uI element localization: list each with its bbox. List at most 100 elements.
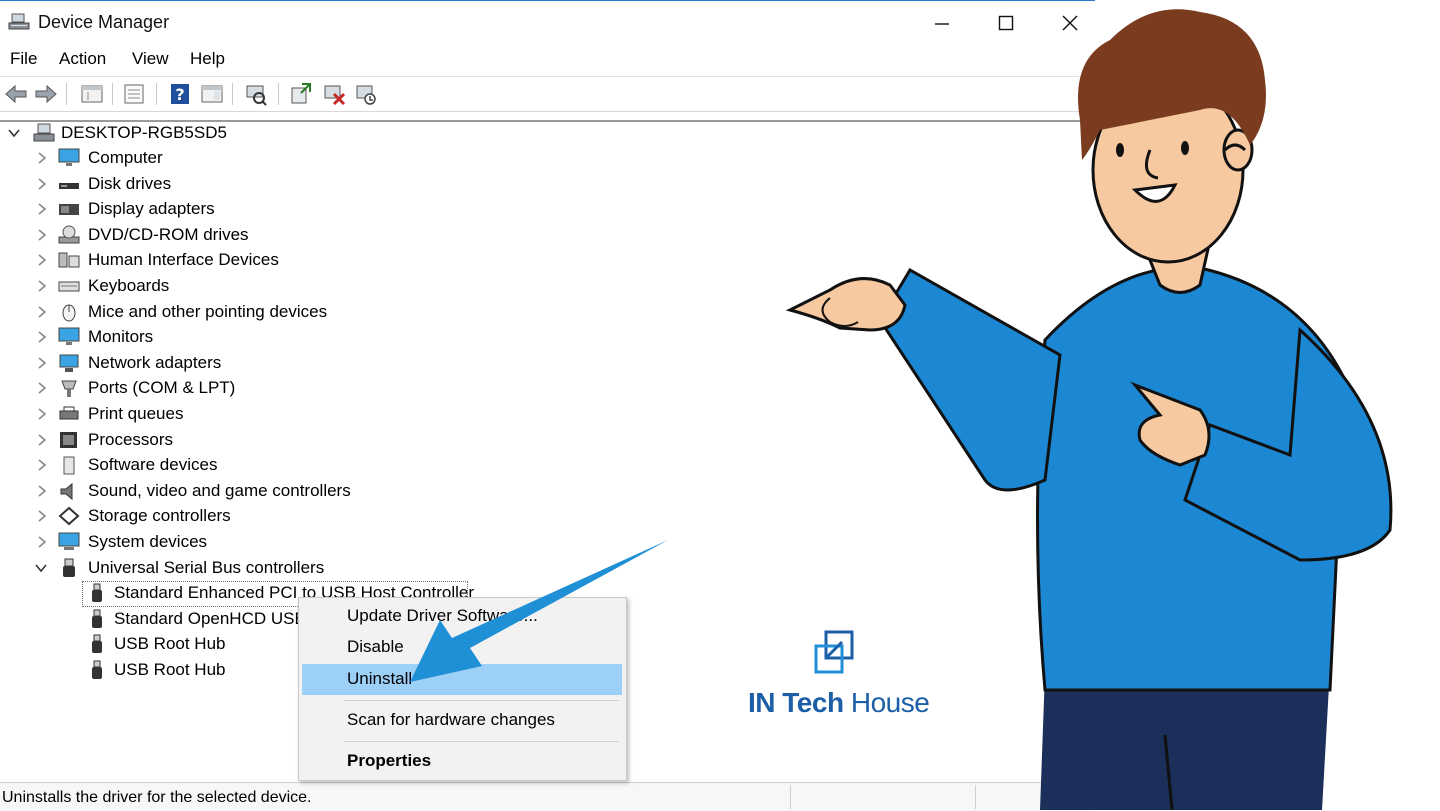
back-arrow-icon[interactable] (4, 82, 28, 106)
processor-icon (60, 432, 77, 448)
context-menu: Update Driver Software... Disable Uninst… (298, 597, 627, 781)
menu-item-label: Update Driver Software... (347, 606, 538, 625)
monitor-icon (58, 148, 80, 166)
display-adapter-icon (59, 204, 79, 215)
chevron-right-icon[interactable] (36, 331, 48, 343)
chevron-right-icon[interactable] (36, 510, 48, 522)
tree-category-system-devices[interactable]: System devices (0, 530, 420, 554)
chevron-right-icon[interactable] (36, 536, 48, 548)
mouse-icon (62, 304, 76, 322)
tree-root-label: DESKTOP-RGB5SD5 (61, 123, 227, 142)
tree-category-ports-com-lpt[interactable]: Ports (COM & LPT) (0, 376, 420, 400)
tree-category-label: Universal Serial Bus controllers (88, 558, 325, 577)
scan-hardware-icon[interactable] (244, 82, 268, 106)
chevron-right-icon[interactable] (36, 357, 48, 369)
port-icon (61, 380, 77, 397)
toolbar-separator (112, 83, 113, 105)
usb-plug-icon (92, 660, 102, 679)
tree-category-storage-controllers[interactable]: Storage controllers (0, 504, 420, 528)
update-driver-icon[interactable] (288, 82, 312, 106)
tree-category-label: DVD/CD-ROM drives (88, 225, 249, 244)
tree-root-node[interactable]: DESKTOP-RGB5SD5 (0, 121, 260, 145)
svg-text:?: ? (175, 85, 184, 104)
properties-sheet-icon[interactable] (80, 82, 104, 106)
chevron-down-icon[interactable] (35, 562, 47, 574)
tree-category-display-adapters[interactable]: Display adapters (0, 197, 420, 221)
chevron-right-icon[interactable] (36, 254, 48, 266)
tree-category-mice-and-other-pointing-devices[interactable]: Mice and other pointing devices (0, 300, 420, 324)
chevron-right-icon[interactable] (36, 382, 48, 394)
tree-category-monitors[interactable]: Monitors (0, 325, 420, 349)
usb-device[interactable]: Standard OpenHCD USB (0, 607, 306, 631)
computer-icon (33, 123, 55, 142)
tree-category-label: Keyboards (88, 276, 170, 295)
tree-category-universal-serial-bus-controllers[interactable]: Universal Serial Bus controllers (0, 556, 420, 580)
chevron-down-icon[interactable] (8, 127, 20, 139)
chevron-right-icon[interactable] (36, 408, 48, 420)
speaker-icon (60, 482, 73, 501)
tree-category-human-interface-devices[interactable]: Human Interface Devices (0, 248, 420, 272)
chevron-right-icon[interactable] (36, 434, 48, 446)
tree-category-label: Computer (88, 148, 163, 167)
uninstall-device-icon[interactable] (322, 82, 346, 106)
enable-device-icon[interactable] (354, 82, 378, 106)
chevron-right-icon[interactable] (36, 178, 48, 190)
pointing-hand-shape (785, 277, 907, 332)
tree-category-keyboards[interactable]: Keyboards (0, 274, 420, 298)
system-device-icon (58, 532, 80, 550)
chevron-right-icon[interactable] (36, 280, 48, 292)
tree-category-disk-drives[interactable]: Disk drives (0, 172, 420, 196)
show-hide-console-icon[interactable] (122, 82, 146, 106)
chevron-right-icon[interactable] (36, 459, 48, 471)
device-manager-icon (8, 13, 30, 30)
tree-category-network-adapters[interactable]: Network adapters (0, 351, 420, 375)
menu-item-scan-hardware[interactable]: Scan for hardware changes (302, 705, 622, 736)
tree-category-software-devices[interactable]: Software devices (0, 453, 420, 477)
keyboard-icon (58, 281, 80, 292)
printer-icon (59, 406, 79, 420)
window-title: Device Manager (38, 12, 170, 32)
tree-category-print-queues[interactable]: Print queues (0, 402, 420, 426)
menu-item-disable[interactable]: Disable (302, 632, 622, 663)
tree-category-computer[interactable]: Computer (0, 146, 420, 170)
tree-category-processors[interactable]: Processors (0, 428, 420, 452)
usb-device-label: USB Root Hub (114, 634, 226, 653)
menu-file[interactable]: File (10, 49, 37, 69)
tree-category-sound-video-and-game-controllers[interactable]: Sound, video and game controllers (0, 479, 420, 503)
tree-category-label: Processors (88, 430, 174, 449)
status-text: Uninstalls the driver for the selected d… (2, 789, 312, 806)
tree-category-label: System devices (88, 532, 208, 551)
tree-category-label: Network adapters (88, 353, 222, 372)
usb-plug-icon (92, 609, 102, 628)
chevron-right-icon[interactable] (36, 306, 48, 318)
forward-arrow-icon[interactable] (34, 82, 58, 106)
software-device-icon (63, 456, 75, 475)
action-pane-icon[interactable] (200, 82, 224, 106)
monitor-icon (58, 327, 80, 345)
chevron-right-icon[interactable] (36, 485, 48, 497)
storage-controller-icon (58, 506, 80, 526)
shirt-left-arm-shape (878, 267, 1062, 492)
menu-help[interactable]: Help (190, 49, 225, 69)
tree-category-label: Storage controllers (88, 506, 231, 525)
chevron-right-icon[interactable] (36, 203, 48, 215)
menu-item-label: Scan for hardware changes (347, 710, 555, 729)
tree-category-label: Mice and other pointing devices (88, 302, 328, 321)
chevron-right-icon[interactable] (36, 229, 48, 241)
disk-drive-icon (59, 183, 79, 189)
menu-action[interactable]: Action (59, 49, 106, 69)
menu-item-properties[interactable]: Properties (302, 746, 622, 777)
tree-category-label: Disk drives (88, 174, 172, 193)
tree-category-label: Human Interface Devices (88, 250, 279, 269)
menu-item-update-driver[interactable]: Update Driver Software... (302, 601, 622, 632)
menu-view[interactable]: View (132, 49, 169, 69)
usb-device-label: USB Root Hub (114, 660, 226, 679)
tree-category-dvd-cd-rom-drives[interactable]: DVD/CD-ROM drives (0, 223, 420, 247)
chevron-right-icon[interactable] (36, 152, 48, 164)
menu-item-uninstall[interactable]: Uninstall (302, 664, 622, 695)
help-icon[interactable]: ? (168, 82, 192, 106)
menu-item-label: Uninstall (347, 669, 413, 688)
tree-category-label: Monitors (88, 327, 154, 346)
menu-separator (344, 700, 619, 701)
menu-item-label: Disable (347, 637, 404, 656)
